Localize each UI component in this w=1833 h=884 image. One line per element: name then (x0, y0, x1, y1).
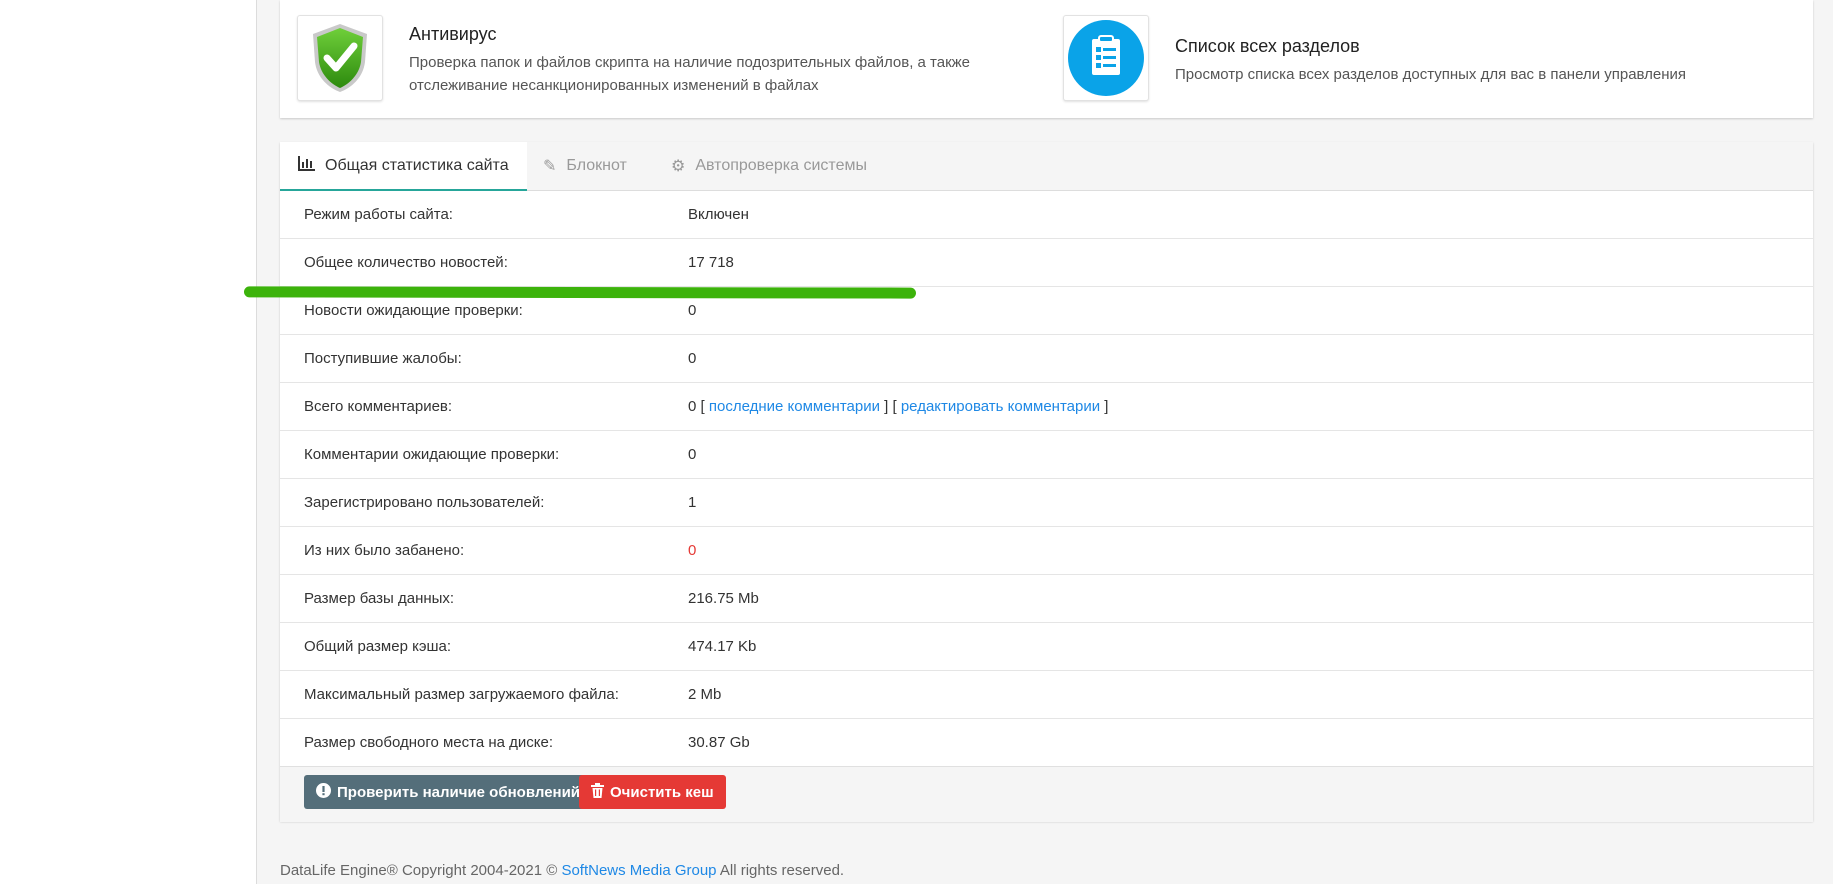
stat-value: 2 Mb (688, 686, 722, 703)
stat-value: 0 (688, 446, 697, 463)
clipboard-list-icon[interactable] (1063, 15, 1149, 101)
bracket-open: [ (700, 398, 705, 415)
tab-notepad[interactable]: ✎ Блокнот (543, 142, 627, 190)
shield-check-icon[interactable] (297, 15, 383, 101)
table-row: Из них было забанено: 0 (280, 527, 1813, 575)
trash-icon (591, 782, 604, 802)
stat-value: 0 (688, 302, 697, 319)
tab-site-stats[interactable]: Общая статистика сайта (280, 142, 527, 191)
stat-value: 216.75 Mb (688, 590, 759, 607)
table-row: Всего комментариев: 0 [ последние коммен… (280, 383, 1813, 431)
stat-value: 0 (688, 350, 697, 367)
stat-label: Максимальный размер загружаемого файла: (304, 686, 619, 703)
table-row: Максимальный размер загружаемого файла: … (280, 671, 1813, 719)
exclamation-circle-icon (316, 782, 331, 802)
antivirus-desc-line1: Проверка папок и файлов скрипта на налич… (409, 54, 971, 71)
stat-value: 1 (688, 494, 697, 511)
gear-icon: ⚙ (671, 158, 686, 175)
table-row: Комментарии ожидающие проверки: 0 (280, 431, 1813, 479)
check-updates-button[interactable]: Проверить наличие обновлений (304, 775, 593, 809)
stat-value: 30.87 Gb (688, 734, 750, 751)
footer-rights: All rights reserved. (719, 862, 845, 879)
antivirus-title[interactable]: Антивирус (409, 23, 970, 45)
stat-label: Общее количество новостей: (304, 254, 508, 271)
stat-label: Зарегистрировано пользователей: (304, 494, 545, 511)
all-sections-desc: Просмотр списка всех разделов доступных … (1175, 66, 1687, 83)
latest-comments-link[interactable]: последние комментарии (709, 398, 880, 415)
clear-cache-label: Очистить кеш (610, 783, 714, 801)
green-highlight-mark (243, 286, 917, 299)
edit-comments-link[interactable]: редактировать комментарии (901, 398, 1100, 415)
footer: DataLife Engine® Copyright 2004-2021 © S… (280, 862, 844, 879)
comments-count: 0 (688, 398, 697, 415)
antivirus-link[interactable]: Антивирус Проверка папок и файлов скрипт… (297, 15, 970, 101)
banned-count: 0 (688, 542, 697, 559)
table-row: Общее количество новостей: 17 718 (280, 239, 1813, 287)
bracket-mid: ] [ (884, 398, 897, 415)
stat-value: 474.17 Kb (688, 638, 757, 655)
table-row: Режим работы сайта: Включен (280, 191, 1813, 239)
tab-site-stats-label: Общая статистика сайта (325, 156, 509, 174)
quick-links-panel: Антивирус Проверка папок и файлов скрипт… (280, 0, 1813, 118)
check-updates-label: Проверить наличие обновлений (337, 783, 581, 801)
stat-label: Режим работы сайта: (304, 206, 453, 223)
tab-autocheck[interactable]: ⚙ Автопроверка системы (671, 142, 867, 190)
footer-copyright: DataLife Engine® Copyright 2004-2021 © (280, 862, 558, 879)
table-row: Размер свободного места на диске: 30.87 … (280, 719, 1813, 767)
table-row: Общий размер кэша: 474.17 Kb (280, 623, 1813, 671)
all-sections-link[interactable]: Список всех разделов Просмотр списка все… (1063, 15, 1686, 101)
stat-value: 17 718 (688, 254, 734, 271)
table-row: Размер базы данных: 216.75 Mb (280, 575, 1813, 623)
actions-bar: Проверить наличие обновлений Очистить ке… (280, 766, 1813, 822)
stat-value-comments: 0 [ последние комментарии ] [ редактиров… (688, 398, 1108, 415)
table-row: Зарегистрировано пользователей: 1 (280, 479, 1813, 527)
site-stats-panel: Общая статистика сайта ✎ Блокнот ⚙ Автоп… (280, 142, 1813, 822)
tab-bar: Общая статистика сайта ✎ Блокнот ⚙ Автоп… (280, 142, 1813, 191)
stat-label: Из них было забанено: (304, 542, 465, 559)
stat-label: Всего комментариев: (304, 398, 453, 415)
stat-label: Общий размер кэша: (304, 638, 452, 655)
stat-value: Включен (688, 206, 749, 223)
all-sections-title[interactable]: Список всех разделов (1175, 35, 1686, 57)
stat-value: 0 (688, 542, 696, 559)
stat-label: Новости ожидающие проверки: (304, 302, 523, 319)
bracket-close: ] (1104, 398, 1109, 415)
edit-icon: ✎ (543, 158, 557, 175)
bar-chart-icon (298, 155, 315, 176)
tab-notepad-label: Блокнот (566, 157, 627, 174)
stat-label: Комментарии ожидающие проверки: (304, 446, 560, 463)
clear-cache-button[interactable]: Очистить кеш (579, 775, 726, 809)
footer-softnews-link[interactable]: SoftNews Media Group (561, 862, 716, 879)
sidebar (0, 0, 257, 884)
table-row: Поступившие жалобы: 0 (280, 335, 1813, 383)
stat-label: Размер базы данных: (304, 590, 455, 607)
stat-label: Поступившие жалобы: (304, 350, 462, 367)
antivirus-desc-line2: отслеживание несанкционированных изменен… (409, 77, 819, 94)
tab-autocheck-label: Автопроверка системы (695, 157, 867, 174)
stat-label: Размер свободного места на диске: (304, 734, 554, 751)
